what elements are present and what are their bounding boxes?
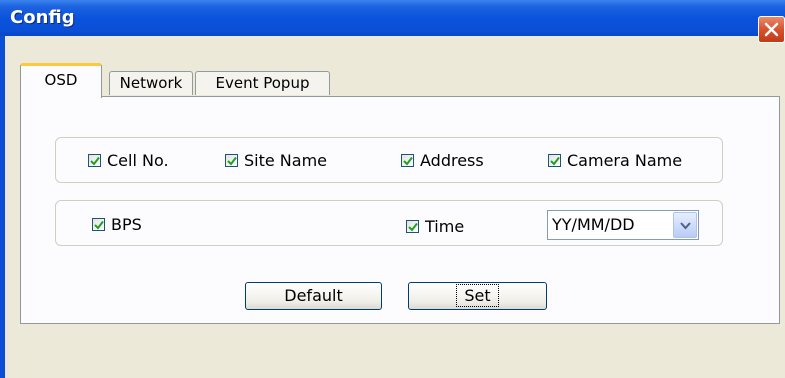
close-button[interactable]	[758, 16, 785, 43]
dropdown-button[interactable]	[673, 212, 697, 238]
default-button[interactable]: Default	[245, 282, 382, 310]
checkbox-label: Time	[425, 216, 465, 236]
tab-event-popup[interactable]: Event Popup	[195, 71, 330, 95]
checkbox-label: Site Name	[244, 150, 328, 170]
checkmark-icon	[227, 156, 237, 166]
address-checkbox[interactable]: Address	[401, 150, 484, 170]
tab-label: Event Popup	[215, 74, 310, 92]
checkbox-label: Camera Name	[567, 150, 683, 170]
checkbox-label: Address	[420, 150, 484, 170]
close-icon	[764, 22, 779, 37]
site-name-checkbox[interactable]: Site Name	[225, 150, 327, 170]
checkmark-icon	[403, 156, 413, 166]
bps-checkbox[interactable]: BPS	[92, 214, 142, 234]
default-button-label: Default	[284, 286, 343, 305]
time-checkbox[interactable]: Time	[406, 216, 464, 236]
tab-label: OSD	[44, 71, 78, 89]
checkbox-label: BPS	[111, 214, 142, 234]
checkmark-icon	[550, 156, 560, 166]
window-left-border	[0, 36, 5, 378]
date-format-select[interactable]: YY/MM/DD	[547, 210, 699, 240]
checkmark-icon	[408, 222, 418, 232]
tab-osd[interactable]: OSD	[20, 63, 102, 98]
window-title: Config	[10, 7, 75, 28]
cell-no-checkbox[interactable]: Cell No.	[88, 150, 169, 170]
checkbox-box	[225, 153, 238, 167]
checkbox-label: Cell No.	[107, 150, 169, 170]
checkbox-box	[406, 219, 419, 233]
checkbox-box	[92, 217, 105, 231]
checkmark-icon	[90, 156, 100, 166]
tab-label: Network	[119, 74, 183, 92]
title-bar: Config	[0, 0, 785, 36]
checkbox-box	[88, 153, 101, 167]
checkbox-box	[401, 153, 414, 167]
chevron-down-icon	[680, 222, 691, 230]
camera-name-checkbox[interactable]: Camera Name	[548, 150, 682, 170]
checkbox-box	[548, 153, 561, 167]
set-button-label: Set	[456, 284, 499, 307]
date-format-value: YY/MM/DD	[552, 215, 635, 234]
set-button[interactable]: Set	[408, 282, 547, 310]
tab-network[interactable]: Network	[109, 71, 193, 95]
checkmark-icon	[94, 220, 104, 230]
